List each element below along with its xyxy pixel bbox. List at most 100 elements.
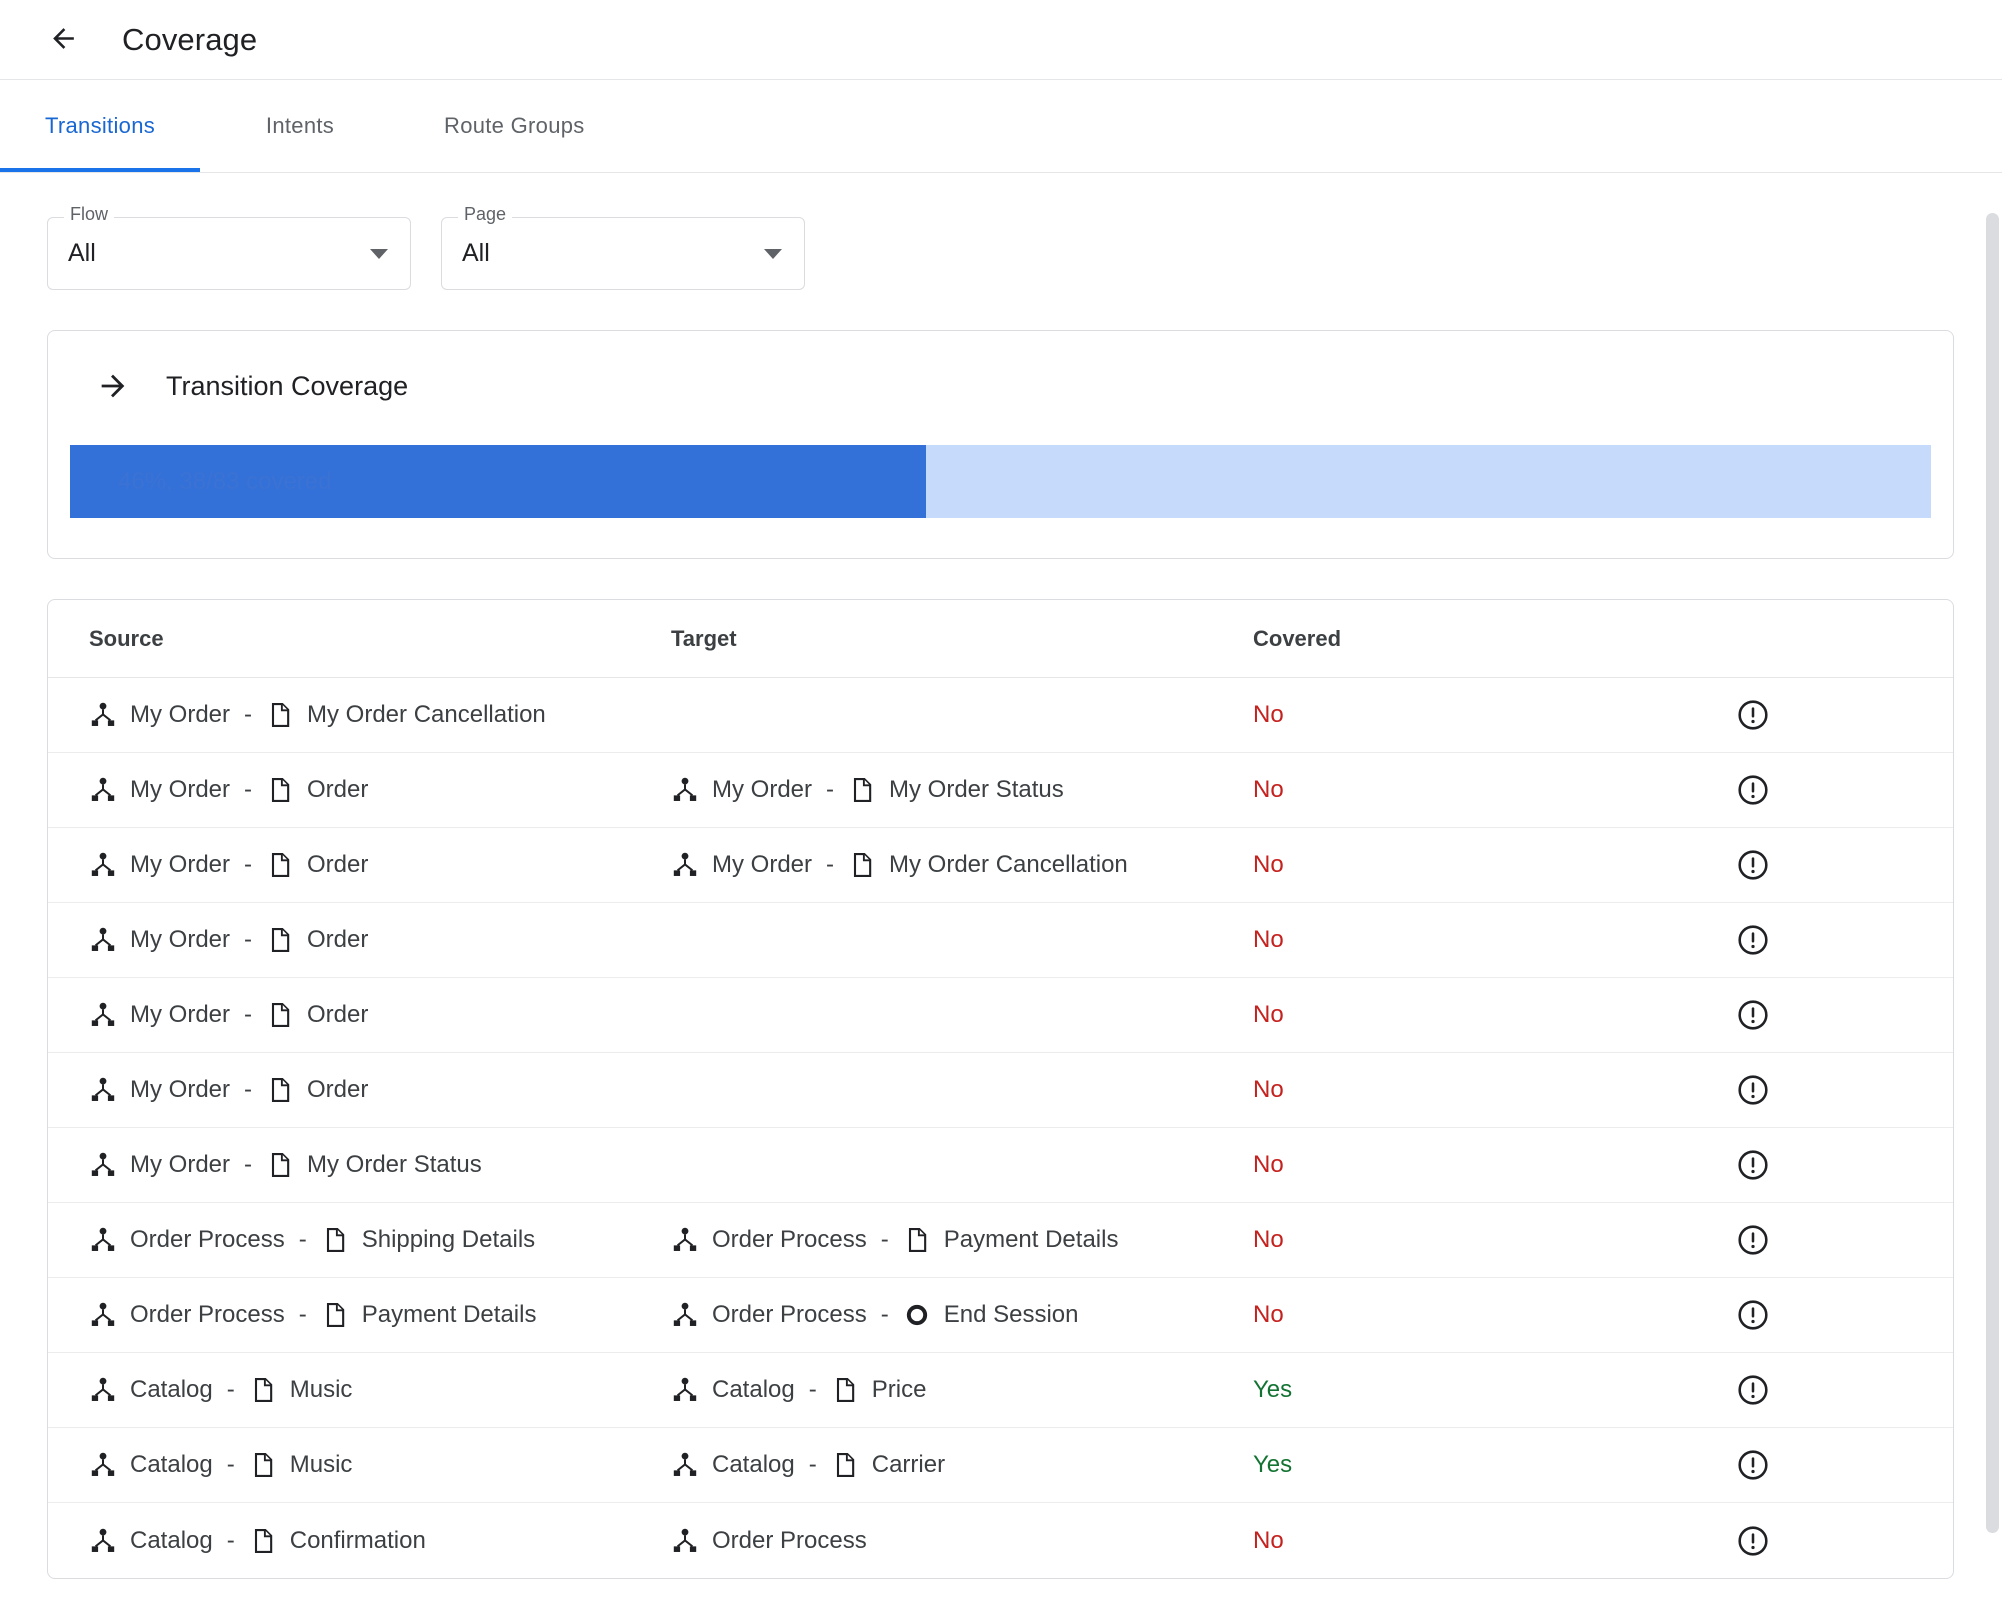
source-node-0: Catalog (89, 1451, 213, 1479)
tab-route-groups[interactable]: Route Groups (400, 80, 629, 172)
cell-target: Order Process (671, 1527, 1253, 1555)
back-button[interactable] (32, 9, 94, 71)
page-icon (848, 851, 876, 879)
flow-icon (89, 1151, 117, 1179)
cell-source: My Order - Order (89, 1001, 671, 1029)
source-node-0: My Order (89, 1151, 230, 1179)
source-node-1: Confirmation (249, 1527, 426, 1555)
cell-target: Order Process - Payment Details (671, 1226, 1253, 1254)
tab-bar: Transitions Intents Route Groups (0, 80, 2002, 173)
cell-source: My Order - Order (89, 1076, 671, 1104)
target-node-label: Payment Details (943, 1226, 1119, 1253)
flow-icon (89, 1001, 117, 1029)
target-node-label: Catalog (712, 1451, 795, 1478)
source-node-0: My Order (89, 851, 230, 879)
error-outline-icon[interactable] (1736, 1073, 1770, 1107)
flow-icon (671, 1376, 699, 1404)
tab-transitions[interactable]: Transitions (0, 80, 200, 172)
table-row[interactable]: Order Process - Shipping Details Order Proc… (48, 1203, 1953, 1278)
source-node-label: Order Process (130, 1301, 285, 1328)
node-separator: - (298, 1226, 307, 1253)
target-node-label: My Order (712, 776, 813, 803)
table-row[interactable]: Catalog - Music Catalog - Price Yes (48, 1353, 1953, 1428)
target-node-label: Catalog (712, 1376, 795, 1403)
cell-covered: No (1253, 701, 1553, 729)
source-node-label: Shipping Details (361, 1226, 536, 1253)
page-icon (249, 1527, 277, 1555)
error-outline-icon[interactable] (1736, 773, 1770, 807)
node-separator: - (244, 926, 253, 953)
error-outline-icon[interactable] (1736, 998, 1770, 1032)
table-row[interactable]: Catalog - Music Catalog - Carrier Yes (48, 1428, 1953, 1503)
table-header-row: Source Target Covered (48, 600, 1953, 678)
source-node-1: Music (249, 1376, 352, 1404)
source-node-label: My Order (130, 1076, 231, 1103)
coverage-progress-label: 46%, 38/83 covered (118, 467, 332, 495)
table-row[interactable]: Catalog - Confirmation Order Process No (48, 1503, 1953, 1578)
target-node-1: My Order Cancellation (848, 851, 1128, 879)
tab-intents[interactable]: Intents (200, 80, 400, 172)
node-separator: - (880, 1301, 889, 1328)
page-header: Coverage (0, 0, 2002, 80)
cell-actions (1553, 923, 1953, 957)
error-outline-icon[interactable] (1736, 1373, 1770, 1407)
node-separator: - (808, 1451, 817, 1478)
vertical-scrollbar-thumb[interactable] (1986, 213, 1999, 1533)
cell-covered: No (1253, 1151, 1553, 1179)
table-row[interactable]: My Order - My Order Cancellation No (48, 678, 1953, 753)
table-row[interactable]: My Order - My Order Status No (48, 1128, 1953, 1203)
error-outline-icon[interactable] (1736, 1148, 1770, 1182)
cell-target: Catalog - Price (671, 1376, 1253, 1404)
cell-actions (1553, 1524, 1953, 1558)
node-separator: - (226, 1451, 235, 1478)
table-row[interactable]: My Order - Order My Order - My Order Cancella… (48, 828, 1953, 903)
column-header-target: Target (671, 625, 737, 651)
node-separator: - (880, 1226, 889, 1253)
flow-icon (89, 926, 117, 954)
page-select[interactable]: Page All (441, 205, 805, 290)
table-row[interactable]: My Order - Order No (48, 903, 1953, 978)
page-icon (266, 926, 294, 954)
table-row[interactable]: My Order - Order No (48, 978, 1953, 1053)
source-node-0: Order Process (89, 1301, 285, 1329)
target-node-label: My Order (712, 851, 813, 878)
source-node-label: My Order (130, 926, 231, 953)
source-node-1: Order (266, 1076, 368, 1104)
chevron-down-icon (370, 248, 388, 259)
cell-covered: No (1253, 851, 1553, 879)
target-node-0: Order Process (671, 1226, 867, 1254)
node-separator: - (244, 1001, 253, 1028)
node-separator: - (244, 851, 253, 878)
cell-covered: No (1253, 776, 1553, 804)
error-outline-icon[interactable] (1736, 1524, 1770, 1558)
vertical-scrollbar-track[interactable] (1982, 173, 2002, 1598)
flow-icon (671, 1226, 699, 1254)
target-node-1: End Session (903, 1301, 1078, 1329)
error-outline-icon[interactable] (1736, 1223, 1770, 1257)
error-outline-icon[interactable] (1736, 1298, 1770, 1332)
table-row[interactable]: Order Process - Payment Details Order Proce… (48, 1278, 1953, 1353)
node-separator: - (244, 701, 253, 728)
source-node-label: Order (307, 926, 369, 953)
table-row[interactable]: My Order - Order No (48, 1053, 1953, 1128)
covered-status: No (1253, 851, 1284, 878)
cell-source: My Order - Order (89, 776, 671, 804)
page-icon (831, 1376, 859, 1404)
target-node-0: Catalog (671, 1376, 795, 1404)
target-node-label: Price (871, 1376, 927, 1403)
cell-covered: No (1253, 1001, 1553, 1029)
table-row[interactable]: My Order - Order My Order - My Order Status No (48, 753, 1953, 828)
target-node-label: Order Process (712, 1226, 867, 1253)
flow-icon (671, 1527, 699, 1555)
target-node-label: Order Process (712, 1301, 867, 1328)
target-node-label: My Order Status (889, 776, 1064, 803)
error-outline-icon[interactable] (1736, 698, 1770, 732)
coverage-card-title: Transition Coverage (166, 370, 409, 401)
target-node-1: Price (831, 1376, 927, 1404)
flow-select[interactable]: Flow All (47, 205, 411, 290)
error-outline-icon[interactable] (1736, 1448, 1770, 1482)
source-node-1: My Order Cancellation (266, 701, 546, 729)
error-outline-icon[interactable] (1736, 848, 1770, 882)
covered-status: No (1253, 1151, 1284, 1178)
error-outline-icon[interactable] (1736, 923, 1770, 957)
